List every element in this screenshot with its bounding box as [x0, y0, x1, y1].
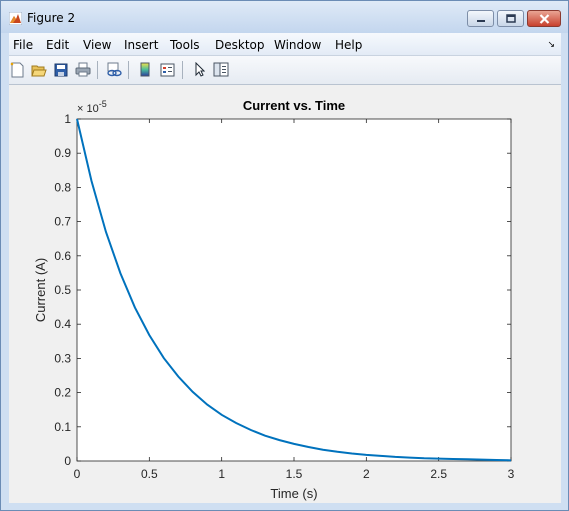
- x-tick-labels: 0 0.5 1 1.5 2 2.5 3: [74, 467, 515, 481]
- colorbar-button[interactable]: [136, 61, 153, 78]
- save-icon: [54, 63, 67, 76]
- menu-bar: File Edit View Insert Tools Desktop Wind…: [9, 33, 561, 56]
- open-file-icon: [30, 65, 47, 76]
- toolbar-separator: [97, 61, 98, 79]
- y-tick-label: 0.8: [54, 180, 71, 194]
- menu-edit[interactable]: Edit: [46, 38, 69, 52]
- y-tick-label: 0: [64, 454, 71, 468]
- y-tick-label: 0.3: [54, 351, 71, 365]
- figure-canvas: 0 0.5 1 1.5 2 2.5 3 0 0.1 0.2 0.3 0.4 0.5 0.6 0.7 0.8 0…: [9, 85, 561, 503]
- chart: 0 0.5 1 1.5 2 2.5 3 00.10.20.30.40.50.60.70.80…: [33, 98, 515, 501]
- menu-help[interactable]: Help: [335, 38, 362, 52]
- dock-arrow-icon[interactable]: ↘: [547, 39, 555, 50]
- y-tick-label: 0.6: [54, 249, 71, 263]
- link-plot-button[interactable]: [105, 61, 122, 78]
- window-title: Figure 2: [27, 11, 76, 25]
- x-tick-label: 1: [218, 467, 225, 481]
- menu-tools[interactable]: Tools: [170, 38, 200, 52]
- close-button[interactable]: [527, 10, 561, 27]
- minimize-icon: [476, 19, 485, 22]
- minimize-button[interactable]: [467, 10, 494, 27]
- menu-file[interactable]: File: [13, 38, 33, 52]
- y-exponent-base: × 10: [77, 103, 99, 115]
- print-button[interactable]: [74, 61, 91, 78]
- menu-view[interactable]: View: [83, 38, 111, 52]
- y-axis-label: Current (A): [33, 258, 48, 322]
- save-button[interactable]: [52, 61, 69, 78]
- close-icon: [539, 13, 549, 24]
- legend-button[interactable]: [159, 61, 176, 78]
- y-exponent-power: -5: [99, 99, 107, 109]
- property-editor-button[interactable]: [212, 61, 229, 78]
- link-plot-icon: [106, 62, 122, 77]
- x-tick-label: 0: [74, 467, 81, 481]
- menu-desktop[interactable]: Desktop: [215, 38, 265, 52]
- maximize-icon: [505, 14, 516, 23]
- colorbar-icon: [140, 62, 149, 77]
- y-tick-label: 0.4: [54, 317, 71, 331]
- x-tick-label: 1.5: [286, 467, 303, 481]
- menu-insert[interactable]: Insert: [124, 38, 158, 52]
- x-tick-label: 2: [363, 467, 370, 481]
- x-tick-label: 2.5: [430, 467, 447, 481]
- toolbar-separator: [128, 61, 129, 79]
- x-axis-label: Time (s): [270, 486, 317, 501]
- maximize-button[interactable]: [497, 10, 524, 27]
- y-tick-label: 0.1: [54, 420, 71, 434]
- y-tick-label: 0.2: [54, 386, 71, 400]
- open-file-button[interactable]: [30, 61, 47, 78]
- property-editor-icon: [213, 62, 228, 77]
- y-tick-label: 0.9: [54, 146, 71, 160]
- y-tick-labels: 0 0.1 0.2 0.3 0.4 0.5 0.6 0.7 0.8 0.9 1: [54, 112, 71, 468]
- figure-window: Figure 2 File Edit View Insert Tools Des…: [0, 0, 569, 511]
- y-tick-label: 1: [64, 112, 71, 126]
- matlab-logo-icon: [9, 12, 22, 25]
- x-tick-label: 3: [508, 467, 515, 481]
- menu-window[interactable]: Window: [274, 38, 321, 52]
- plot-area[interactable]: [76, 118, 512, 462]
- new-figure-button[interactable]: [9, 61, 26, 78]
- figure-toolbar: [9, 56, 561, 85]
- x-tick-label: 0.5: [141, 467, 158, 481]
- legend-icon: [160, 63, 175, 76]
- print-icon: [75, 62, 90, 77]
- y-tick-label: 0.7: [54, 215, 71, 229]
- chart-title: Current vs. Time: [243, 98, 345, 113]
- title-bar[interactable]: Figure 2: [1, 1, 568, 33]
- toolbar-separator: [182, 61, 183, 79]
- y-exponent-label: × 10-5: [77, 99, 107, 115]
- y-tick-label: 0.5: [54, 283, 71, 297]
- new-figure-icon: [10, 62, 24, 77]
- pointer-button[interactable]: [190, 61, 207, 78]
- pointer-icon: [195, 62, 205, 77]
